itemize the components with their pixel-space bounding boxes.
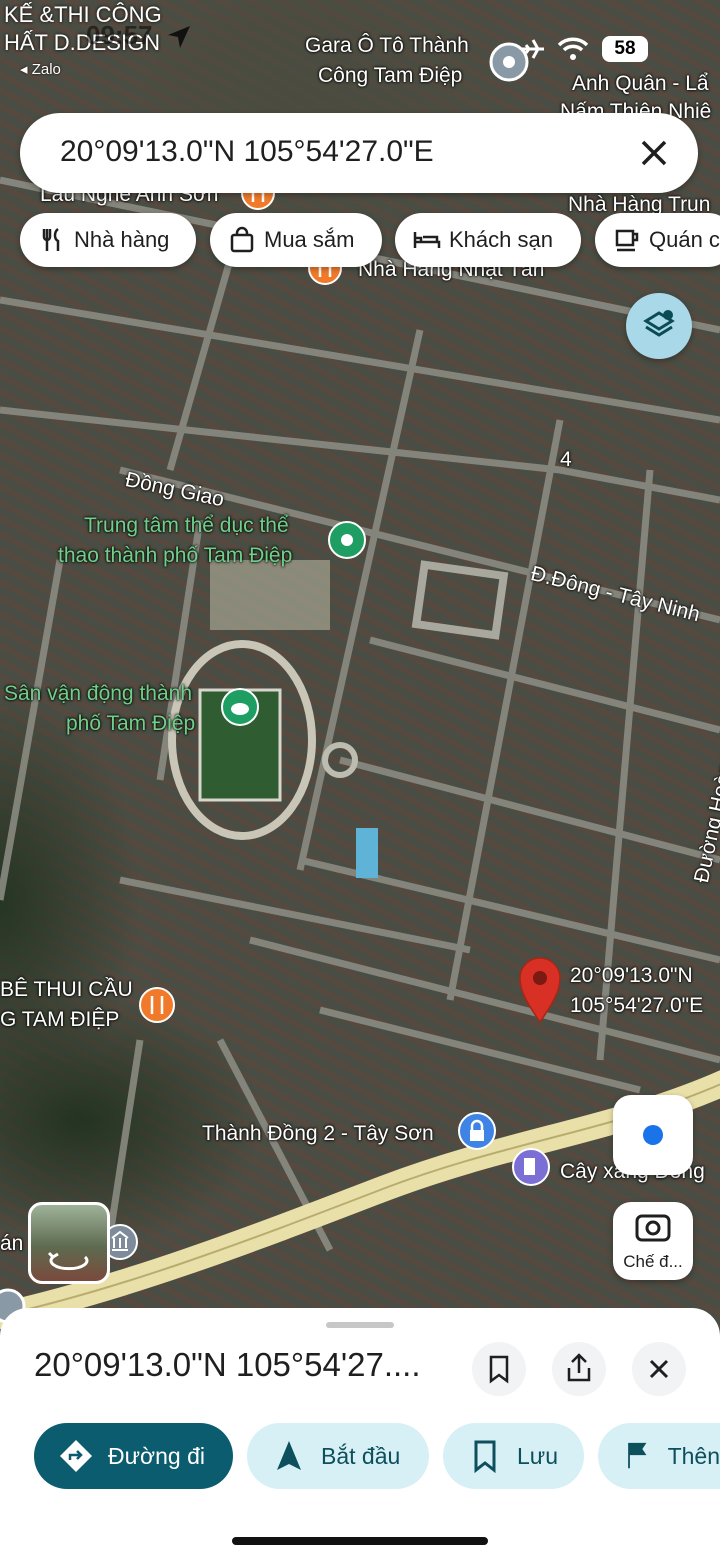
chip-label: Mua sắm bbox=[264, 227, 355, 252]
home-indicator[interactable] bbox=[232, 1537, 488, 1545]
back-to-app-link[interactable]: ◂ Zalo bbox=[20, 60, 61, 78]
camera-icon bbox=[635, 1214, 671, 1242]
bed-icon bbox=[413, 232, 441, 248]
directions-label: Đường đi bbox=[108, 1442, 205, 1469]
directions-icon bbox=[60, 1440, 92, 1472]
street-view-thumbnail[interactable] bbox=[28, 1202, 110, 1284]
directions-button[interactable]: Đường đi bbox=[34, 1423, 233, 1489]
navigation-arrow-icon bbox=[277, 1441, 301, 1470]
satellite-map[interactable]: Gara Ô Tô Thành Công Tam Điệp Anh Quân -… bbox=[0, 0, 720, 1330]
share-button[interactable] bbox=[552, 1342, 606, 1396]
layers-icon bbox=[643, 310, 675, 337]
add-label-button[interactable]: Thên bbox=[598, 1423, 720, 1489]
airplane-icon bbox=[522, 39, 544, 59]
close-icon[interactable] bbox=[634, 133, 674, 173]
location-arrow-icon bbox=[168, 26, 190, 48]
layers-button[interactable] bbox=[626, 293, 692, 359]
poi-label-thanh-dong[interactable]: Thành Đồng 2 - Tây Sơn bbox=[202, 1122, 434, 1146]
poi-label-be-thui-2[interactable]: G TAM ĐIỆP bbox=[0, 1008, 119, 1032]
poi-label-svd[interactable]: Sân vận động thành bbox=[4, 682, 192, 706]
rotate-360-icon bbox=[47, 1251, 89, 1271]
chip-restaurants[interactable]: Nhà hàng bbox=[20, 213, 196, 267]
poi-label-svd-2[interactable]: phố Tam Điệp bbox=[66, 712, 195, 736]
wifi-icon bbox=[557, 37, 589, 60]
save-button[interactable] bbox=[472, 1342, 526, 1396]
search-bar[interactable]: 20°09'13.0"N 105°54'27.0"E bbox=[20, 113, 698, 193]
place-title: 20°09'13.0"N 105°54'27.... bbox=[34, 1346, 421, 1383]
pin-label-lng: 105°54'27.0"E bbox=[570, 994, 704, 1017]
bookmark-icon bbox=[489, 1355, 509, 1384]
battery-indicator: 58 bbox=[602, 36, 648, 62]
pin-label-lat: 20°09'13.0"N bbox=[570, 964, 693, 987]
start-button[interactable]: Bắt đầu bbox=[247, 1423, 429, 1489]
chip-coffee[interactable]: Quán c bbox=[595, 213, 720, 267]
status-time: 09:57 bbox=[86, 20, 153, 50]
save-place-button[interactable]: Lưu bbox=[443, 1423, 584, 1489]
bookmark-icon bbox=[474, 1440, 496, 1474]
sheet-drag-handle[interactable] bbox=[326, 1322, 394, 1328]
chip-label: Nhà hàng bbox=[74, 227, 170, 252]
camera-mode-label: Chế đ... bbox=[623, 1252, 683, 1271]
poi-label-be-thui[interactable]: BÊ THUI CẦU bbox=[0, 978, 133, 1002]
camera-mode-button[interactable]: Chế đ... bbox=[613, 1202, 693, 1280]
poi-label-ttdt-2[interactable]: thao thành phố Tam Điệp bbox=[58, 544, 292, 568]
my-location-icon bbox=[643, 1125, 663, 1145]
status-bar: KẾ &THI CÔNG HẤT D.DESIGN 09:57 ◂ Zalo 5… bbox=[0, 0, 720, 100]
start-label: Bắt đầu bbox=[321, 1442, 401, 1469]
save-place-label: Lưu bbox=[517, 1442, 558, 1469]
search-query[interactable]: 20°09'13.0"N 105°54'27.0"E bbox=[60, 135, 434, 169]
close-sheet-button[interactable] bbox=[632, 1342, 686, 1396]
chip-shopping[interactable]: Mua sắm bbox=[210, 213, 382, 267]
poi-label-ttdt[interactable]: Trung tâm thể dục thể bbox=[84, 514, 289, 538]
chip-label: Khách sạn bbox=[449, 227, 553, 252]
close-icon bbox=[649, 1359, 669, 1379]
coffee-cup-icon bbox=[615, 229, 639, 252]
road-number-label: 4 bbox=[560, 448, 572, 471]
share-icon bbox=[567, 1353, 591, 1382]
add-label-label: Thên bbox=[667, 1442, 720, 1469]
chip-hotels[interactable]: Khách sạn bbox=[395, 213, 581, 267]
flag-icon bbox=[628, 1442, 647, 1469]
poi-label-an[interactable]: án bbox=[0, 1232, 23, 1256]
chip-label: Quán c bbox=[649, 227, 720, 252]
shopping-bag-icon bbox=[230, 226, 254, 253]
fork-knife-icon bbox=[42, 228, 60, 251]
my-location-button[interactable] bbox=[613, 1095, 693, 1175]
